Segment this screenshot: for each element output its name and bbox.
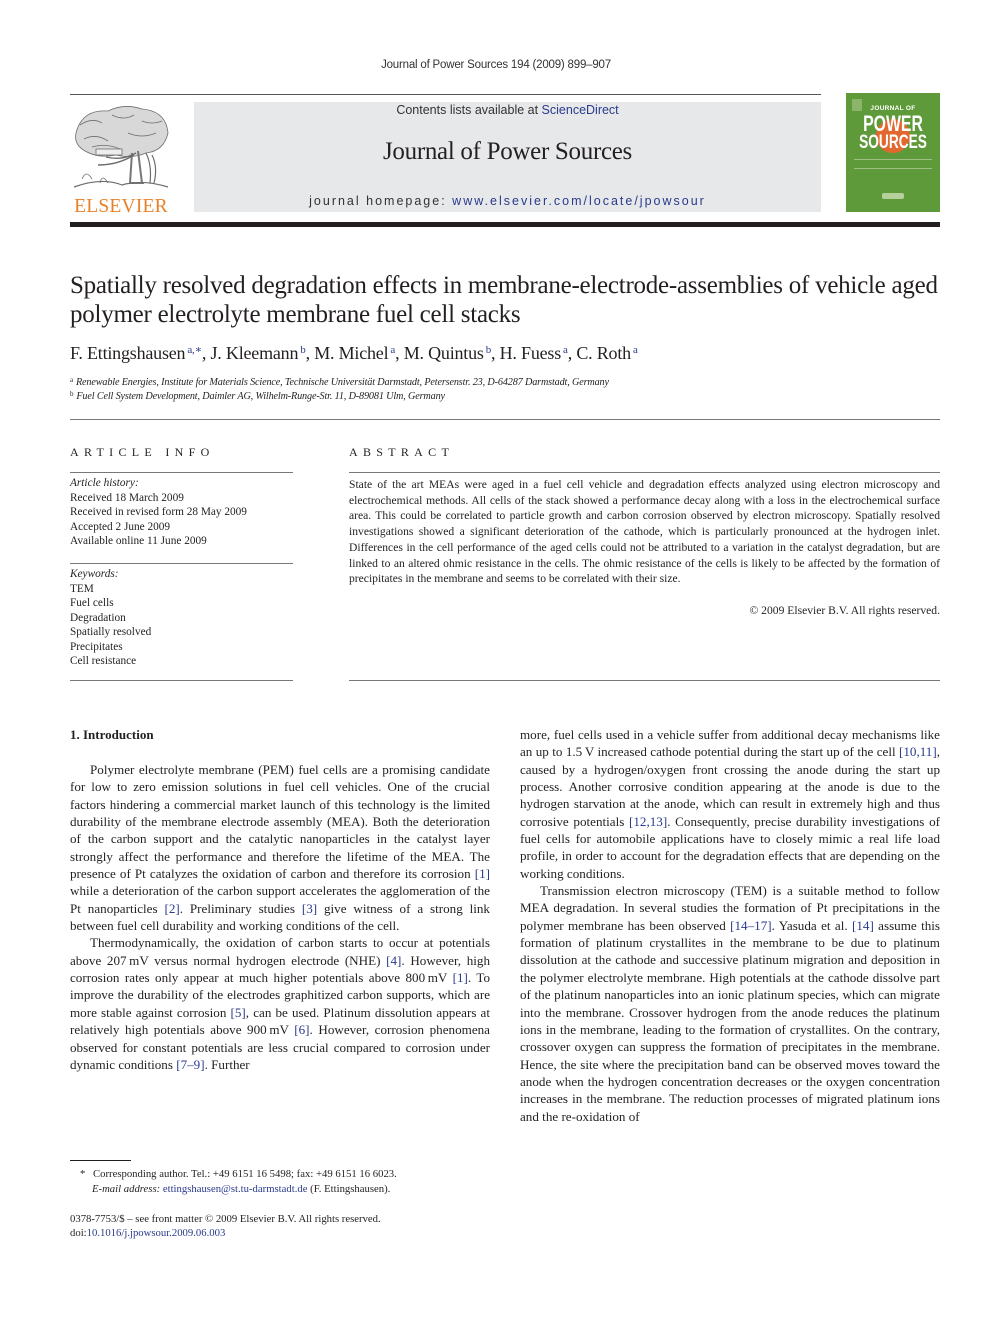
divider (349, 680, 940, 681)
keywords: Keywords: TEM Fuel cells Degradation Spa… (70, 567, 300, 669)
citation-link[interactable]: [1] (475, 866, 490, 881)
elsevier-logo[interactable]: ELSEVIER (70, 103, 172, 217)
email-label: E-mail address: (92, 1183, 161, 1195)
issn-line: 0378-7753/$ – see front matter © 2009 El… (70, 1213, 381, 1225)
affiliation-text: Renewable Energies, Institute for Materi… (75, 377, 609, 388)
contents-line: Contents lists available at ScienceDirec… (194, 103, 821, 117)
sciencedirect-link[interactable]: ScienceDirect (542, 103, 619, 117)
elsevier-tree-icon (73, 106, 169, 188)
affiliation-mark: a (70, 376, 73, 384)
history-item: Received in revised form 28 May 2009 (70, 506, 247, 518)
author: M. Michel a (314, 343, 396, 363)
author-affiliation-mark[interactable]: b (300, 344, 306, 356)
header-rule-left (70, 94, 194, 95)
citation-link[interactable]: [5] (231, 1005, 246, 1020)
citation-link[interactable]: [14–17] (730, 918, 771, 933)
doi-link[interactable]: 10.1016/j.jpowsour.2009.06.003 (87, 1227, 226, 1239)
elsevier-wordmark: ELSEVIER (74, 196, 168, 217)
footnote-corresponding: * Corresponding author. Tel.: +49 6151 16… (70, 1167, 490, 1182)
affiliation-mark: b (70, 390, 74, 398)
footnote-email: E-mail address: ettingshausen@st.tu-darm… (70, 1182, 490, 1197)
history-item: Received 18 March 2009 (70, 491, 184, 504)
doi-line: doi:10.1016/j.jpowsour.2009.06.003 (70, 1227, 225, 1239)
article-info-heading: ARTICLE INFO (70, 445, 215, 459)
divider (70, 472, 293, 473)
keyword: Fuel cells (70, 597, 114, 609)
author: C. Roth a (576, 343, 638, 363)
author-affiliation-mark[interactable]: a (563, 344, 568, 356)
running-head: Journal of Power Sources 194 (2009) 899–… (381, 59, 611, 71)
cover-subtitle (854, 159, 932, 169)
author: H. Fuess a (499, 343, 568, 363)
history-label: Article history: (70, 477, 139, 489)
homepage-line: journal homepage: www.elsevier.com/locat… (194, 194, 821, 208)
corresponding-text: Corresponding author. Tel.: +49 6151 16 … (93, 1168, 397, 1180)
author-affiliation-mark[interactable]: a (390, 344, 395, 356)
keyword: TEM (70, 582, 94, 595)
author: F. Ettingshausen a,∗ (70, 343, 202, 363)
affiliation-text: Fuel Cell System Development, Daimler AG… (76, 391, 445, 402)
citation-link[interactable]: [4] (386, 953, 401, 968)
citation-link[interactable]: [3] (302, 901, 317, 916)
citation-link[interactable]: [7–9] (176, 1057, 204, 1072)
citation-link[interactable]: [2] (164, 901, 179, 916)
cover-sources: SOURCES (859, 132, 927, 153)
author-affiliation-mark[interactable]: b (486, 344, 492, 356)
cover-sciencedirect-icon (882, 193, 904, 199)
history-item: Available online 11 June 2009 (70, 535, 207, 547)
header-thick-rule (70, 222, 940, 227)
body-paragraph: Polymer electrolyte membrane (PEM) fuel … (70, 762, 490, 934)
keyword: Cell resistance (70, 655, 137, 667)
homepage-prefix: journal homepage: (309, 194, 453, 208)
affiliation-b: b Fuel Cell System Development, Daimler A… (70, 390, 940, 402)
abstract-text: State of the art MEAs were aged in a fue… (349, 478, 940, 586)
section-heading-introduction: 1. Introduction (70, 727, 154, 742)
keyword: Spatially resolved (70, 626, 152, 638)
doi-label: doi: (70, 1227, 87, 1239)
affiliation-a: a Renewable Energies, Institute for Mater… (70, 376, 940, 388)
citation-link[interactable]: [14] (852, 918, 874, 933)
body-paragraph: Thermodynamically, the oxidation of carb… (70, 935, 491, 1072)
keyword: Degradation (70, 611, 126, 624)
history-item: Accepted 2 June 2009 (70, 520, 171, 533)
author-affiliation-mark[interactable]: a,∗ (187, 344, 202, 356)
contents-prefix: Contents lists available at (396, 103, 542, 117)
email-suffix: (F. Ettingshausen). (307, 1183, 391, 1195)
citation-link[interactable]: [6] (294, 1022, 309, 1037)
homepage-link[interactable]: www.elsevier.com/locate/jpowsour (452, 194, 706, 208)
article-title: Spatially resolved degradation effects i… (70, 272, 938, 328)
divider (70, 419, 940, 420)
divider (349, 472, 940, 473)
abstract-heading: ABSTRACT (349, 445, 455, 459)
author: J. Kleemann b (210, 343, 306, 363)
body-column-right: more, fuel cells used in a vehicle suffe… (520, 726, 940, 1125)
author: M. Quintus b (403, 343, 492, 363)
body-paragraph: Transmission electron microscopy (TEM) i… (520, 883, 940, 1124)
citation-link[interactable]: [10,11] (899, 744, 937, 759)
journal-cover-thumbnail[interactable]: JOURNAL OF POWER SOURCES (846, 93, 940, 212)
citation-link[interactable]: [1] (453, 970, 468, 985)
journal-title: Journal of Power Sources (382, 138, 632, 165)
journal-banner: Contents lists available at ScienceDirec… (194, 102, 821, 212)
header-rule (194, 94, 821, 95)
divider (70, 680, 293, 681)
body-paragraph: more, fuel cells used in a vehicle suffe… (520, 727, 940, 881)
divider (70, 563, 293, 564)
footnote-star: * (80, 1168, 86, 1180)
citation-link[interactable]: [12,13] (629, 814, 667, 829)
keywords-label: Keywords: (70, 568, 119, 580)
article-history: Article history: Received 18 March 2009 … (70, 476, 300, 549)
email-link[interactable]: ettingshausen@st.tu-darmstadt.de (163, 1183, 308, 1195)
author-list: F. Ettingshausen a,∗, J. Kleemann b, M. Mi… (70, 343, 638, 363)
body-column-left: Polymer electrolyte membrane (PEM) fuel … (70, 761, 490, 1073)
keyword: Precipitates (70, 640, 123, 653)
author-affiliation-mark[interactable]: a (633, 344, 638, 356)
abstract-copyright: © 2009 Elsevier B.V. All rights reserved… (749, 604, 940, 617)
footnote-rule (70, 1160, 131, 1161)
